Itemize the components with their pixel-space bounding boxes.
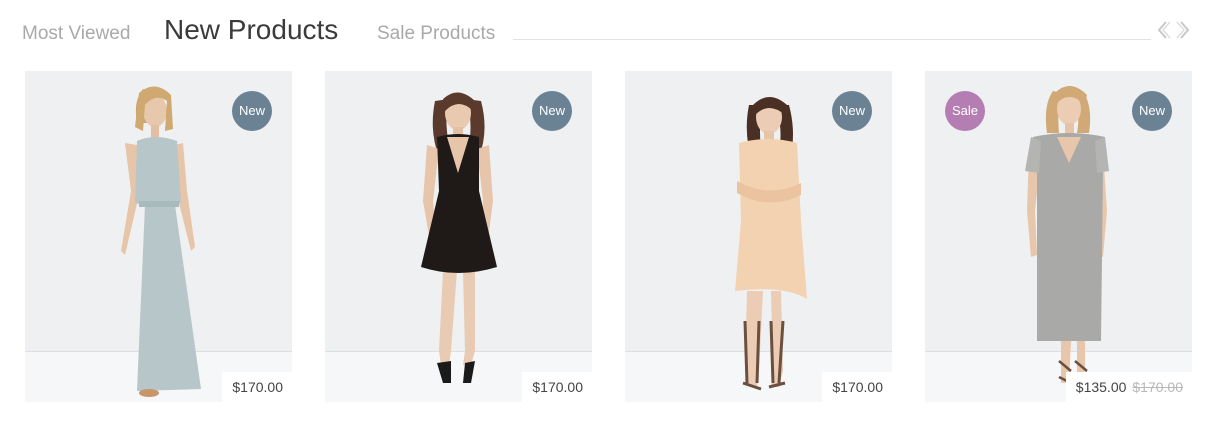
tabs-divider — [513, 39, 1151, 40]
product-card[interactable]: New $170.00 — [625, 71, 892, 402]
product-card[interactable]: Sale New $135.00 $170.00 — [925, 71, 1192, 402]
chevron-left-icon — [1157, 21, 1171, 39]
new-badge: New — [1132, 91, 1172, 131]
price-box: $170.00 — [522, 372, 592, 402]
new-badge: New — [232, 91, 272, 131]
tab-most-viewed[interactable]: Most Viewed — [22, 23, 130, 45]
tab-sale-products[interactable]: Sale Products — [377, 23, 495, 45]
price-box: $170.00 — [222, 372, 292, 402]
product-card[interactable]: New $170.00 — [325, 71, 592, 402]
sale-badge: Sale — [945, 91, 985, 131]
tab-new-products[interactable]: New Products — [164, 14, 338, 46]
carousel-next-button[interactable] — [1175, 19, 1191, 41]
price-box: $135.00 $170.00 — [1065, 372, 1192, 402]
product-old-price: $170.00 — [1132, 379, 1183, 395]
new-badge: New — [532, 91, 572, 131]
price-box: $170.00 — [822, 372, 892, 402]
product-price: $135.00 — [1075, 379, 1127, 395]
product-tabs-bar: Most Viewed New Products Sale Products — [0, 0, 1217, 60]
chevron-right-icon — [1176, 21, 1190, 39]
product-price: $170.00 — [532, 379, 583, 395]
carousel-prev-button[interactable] — [1156, 19, 1172, 41]
product-price: $170.00 — [832, 379, 883, 395]
product-card[interactable]: New $170.00 — [25, 71, 292, 402]
product-price: $170.00 — [232, 379, 283, 395]
new-badge: New — [832, 91, 872, 131]
